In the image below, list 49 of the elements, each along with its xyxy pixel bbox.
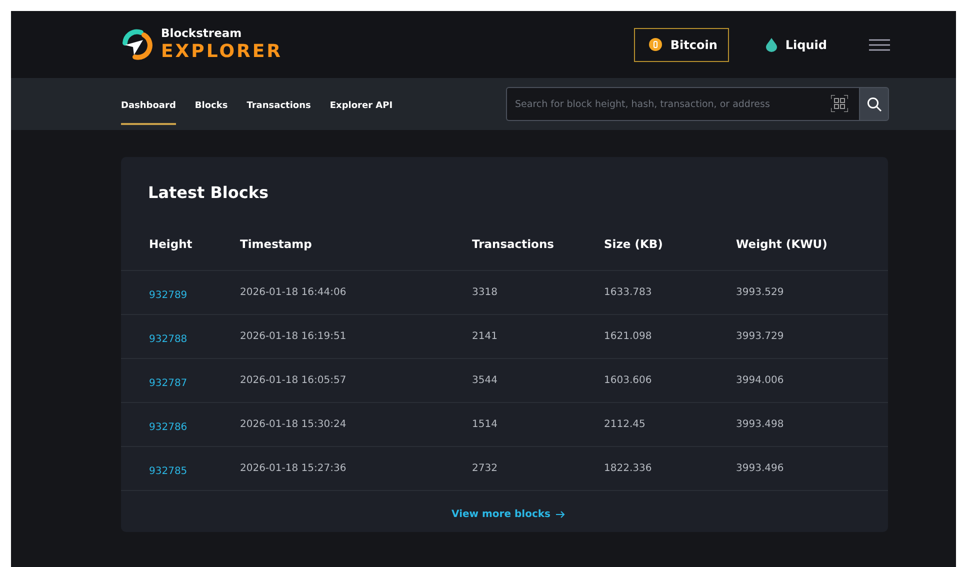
column-header: Size (KB) — [604, 237, 664, 251]
table-cell-text: 1633.783 — [604, 287, 653, 298]
search-icon — [866, 96, 882, 112]
table-cell-text: 3318 — [472, 287, 498, 298]
block-height-link[interactable]: 932785 — [149, 466, 188, 477]
arrow-icon — [556, 510, 566, 519]
search-button[interactable] — [859, 87, 889, 121]
logo-icon — [121, 28, 153, 60]
table-cell-text: 3994.006 — [736, 375, 785, 386]
table-cell-text: 3993.496 — [736, 463, 785, 474]
table-cell-text: 3993.529 — [736, 287, 785, 298]
nav-tab[interactable]: Dashboard — [121, 87, 176, 125]
column-header: Height — [149, 237, 194, 251]
nav-tab[interactable]: Transactions — [246, 87, 311, 125]
block-height-link[interactable]: 932789 — [149, 290, 188, 301]
coin-icon — [649, 38, 662, 51]
table-cell-text: 2112.45 — [604, 419, 646, 430]
table-cell-text: 3544 — [472, 375, 498, 386]
qr-code-icon[interactable] — [831, 95, 848, 112]
column-header: Transactions — [472, 237, 555, 251]
network-button[interactable]: Liquid — [751, 28, 839, 62]
brand-name: Blockstream — [161, 28, 243, 40]
nav-tab[interactable]: Blocks — [194, 87, 228, 125]
table-cell-text: 1603.606 — [604, 375, 653, 386]
table-cell-text: 2026-01-18 16:05:57 — [240, 375, 348, 386]
column-header: Timestamp — [240, 237, 313, 251]
droplet-icon — [766, 38, 778, 52]
block-height-link[interactable]: 932787 — [149, 378, 188, 389]
column-header: Weight (KWU) — [736, 237, 828, 251]
view-more-link[interactable]: View more blocks — [452, 509, 566, 520]
table-cell-text: 2026-01-18 16:19:51 — [240, 331, 348, 342]
network-button[interactable]: Bitcoin — [634, 28, 730, 62]
nav-tab[interactable]: Explorer API — [330, 87, 393, 125]
table-cell-text: 1621.098 — [604, 331, 653, 342]
table-cell-text: 2026-01-18 16:44:06 — [240, 287, 348, 298]
block-height-link[interactable]: 932786 — [149, 422, 188, 433]
table-cell-text: 2141 — [472, 331, 498, 342]
table-cell-text: 1514 — [472, 419, 498, 430]
menu-icon[interactable] — [869, 38, 890, 50]
table-cell-text: 3993.498 — [736, 419, 785, 430]
table-cell-text: 2026-01-18 15:27:36 — [240, 463, 348, 474]
table-cell-text: 2026-01-18 15:30:24 — [240, 419, 348, 430]
table-cell-text: 1822.336 — [604, 463, 653, 474]
card-title: Latest Blocks — [148, 183, 270, 202]
block-height-link[interactable]: 932788 — [149, 334, 188, 345]
table-cell-text: 2732 — [472, 463, 498, 474]
search-field[interactable]: Search for block height, hash, transaction, or address — [506, 87, 859, 121]
table-cell-text: 3993.729 — [736, 331, 785, 342]
product-name: EXPLORER — [161, 42, 283, 61]
